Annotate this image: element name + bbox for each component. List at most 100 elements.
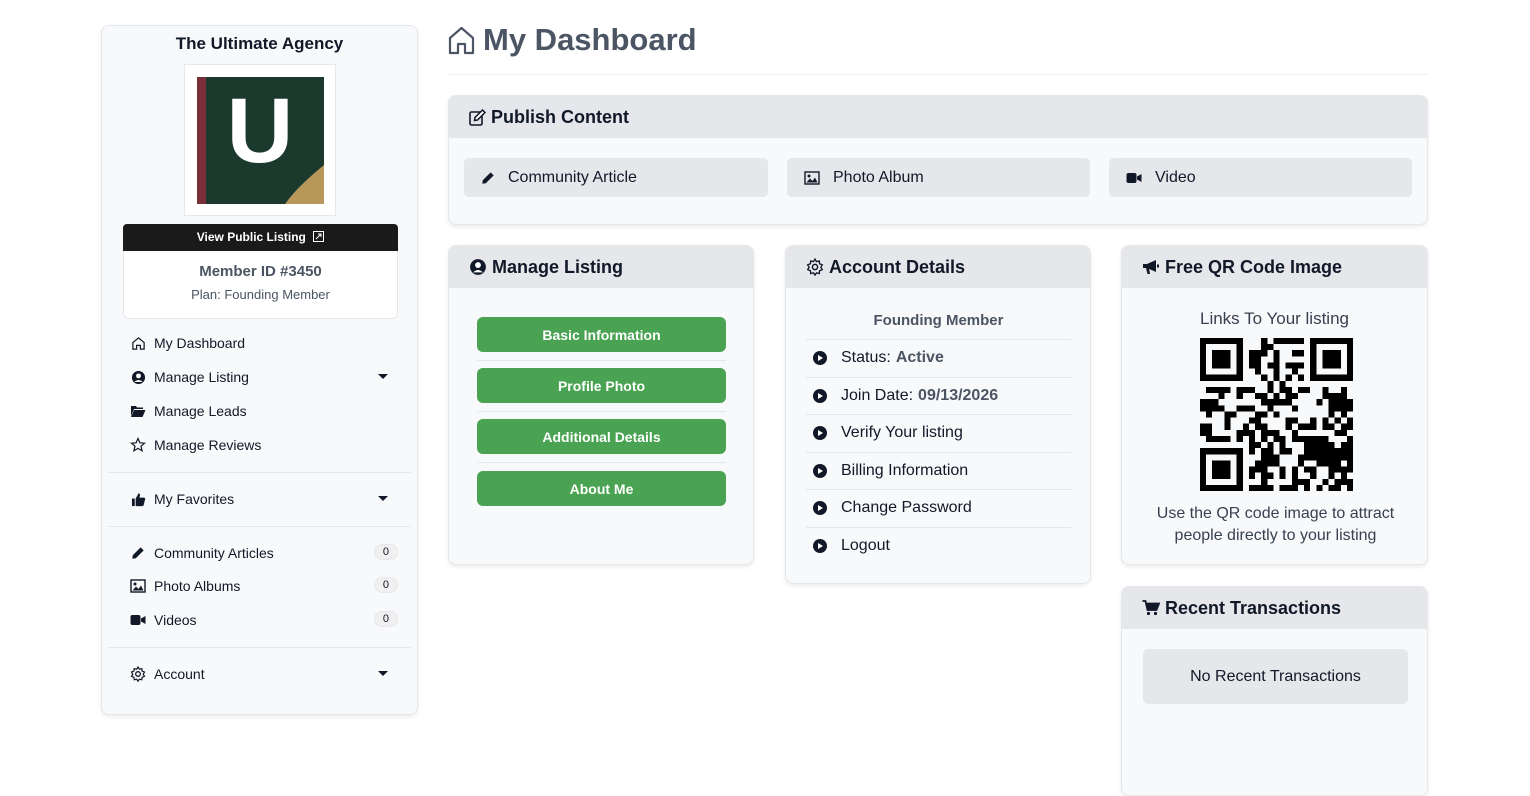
qr-module <box>1279 466 1286 473</box>
qr-module <box>1279 448 1286 455</box>
qr-module <box>1273 362 1280 369</box>
qr-module <box>1279 386 1286 394</box>
view-public-listing-button[interactable]: View Public Listing <box>123 224 398 251</box>
button-separator <box>477 411 726 412</box>
logout-link[interactable]: Logout <box>806 527 1071 564</box>
qr-module <box>1334 405 1341 412</box>
qr-module <box>1255 362 1262 369</box>
qr-module <box>1261 466 1268 473</box>
qr-module <box>1322 356 1329 363</box>
qr-module <box>1310 454 1317 461</box>
logout-label: Logout <box>841 537 890 554</box>
qr-module <box>1334 466 1341 473</box>
qr-module <box>1218 393 1225 400</box>
qr-module <box>1340 423 1347 430</box>
community-article-button[interactable]: Community Article <box>464 158 768 197</box>
sidebar-item-my-favorites[interactable]: My Favorites <box>130 487 398 511</box>
qr-module <box>1310 356 1317 363</box>
verify-listing-link[interactable]: Verify Your listing <box>806 414 1071 451</box>
sidebar-item-videos[interactable]: Videos 0 <box>130 608 398 632</box>
qr-module <box>1261 423 1268 430</box>
play-circle-icon <box>813 464 827 478</box>
sidebar-item-my-dashboard[interactable]: My Dashboard <box>130 331 398 355</box>
chevron-down-icon[interactable] <box>378 671 388 676</box>
home-icon <box>130 335 146 351</box>
qr-module <box>1261 393 1268 400</box>
qr-module <box>1340 442 1347 449</box>
qr-module <box>1248 448 1256 455</box>
sidebar-item-manage-reviews[interactable]: Manage Reviews <box>130 433 398 457</box>
qr-module <box>1273 393 1280 400</box>
qr-module <box>1346 478 1353 485</box>
basic-information-button[interactable]: Basic Information <box>477 317 726 352</box>
chevron-down-icon[interactable] <box>378 496 388 501</box>
qr-module <box>1218 362 1225 369</box>
pencil-icon <box>481 171 508 185</box>
photo-album-button[interactable]: Photo Album <box>787 158 1090 197</box>
qr-module <box>1334 399 1341 406</box>
chevron-down-icon[interactable] <box>378 374 388 379</box>
qr-module <box>1242 405 1249 412</box>
change-password-link[interactable]: Change Password <box>806 489 1071 526</box>
pencil-icon <box>130 545 146 561</box>
qr-module <box>1236 478 1243 485</box>
qr-module <box>1273 429 1280 436</box>
profile-photo-button[interactable]: Profile Photo <box>477 368 726 403</box>
qr-module <box>1255 484 1262 491</box>
qr-module <box>1328 460 1335 467</box>
qr-module <box>1334 356 1341 363</box>
qr-module <box>1261 478 1268 485</box>
qr-module <box>1218 435 1225 443</box>
qr-module <box>1285 362 1292 369</box>
sidebar-divider <box>108 472 411 473</box>
verify-listing-label: Verify Your listing <box>841 424 963 441</box>
qr-module <box>1200 472 1207 479</box>
qr-module <box>1279 435 1286 443</box>
qr-module <box>1273 356 1280 363</box>
qr-code-card: Free QR Code Image Links To Your listing… <box>1121 245 1428 565</box>
home-icon <box>448 26 483 55</box>
qr-module <box>1340 399 1347 406</box>
qr-module <box>1334 454 1341 461</box>
qr-module <box>1291 472 1298 479</box>
qr-module <box>1304 442 1311 449</box>
qr-module <box>1346 423 1353 430</box>
qr-module <box>1273 411 1280 418</box>
qr-module <box>1218 448 1225 455</box>
sidebar-item-manage-leads[interactable]: Manage Leads <box>130 399 398 423</box>
sidebar-item-photo-albums[interactable]: Photo Albums 0 <box>130 574 398 598</box>
qr-module <box>1206 399 1213 406</box>
qr-module <box>1236 374 1243 381</box>
qr-module <box>1316 435 1323 443</box>
title-divider <box>448 74 1428 75</box>
qr-module <box>1273 374 1280 381</box>
qr-module <box>1248 356 1256 363</box>
status-value: Active <box>895 349 944 366</box>
qr-module <box>1340 429 1347 436</box>
billing-information-link[interactable]: Billing Information <box>806 452 1071 489</box>
sidebar-item-account[interactable]: Account <box>130 662 398 686</box>
qr-module <box>1285 338 1292 345</box>
qr-module <box>1212 484 1219 491</box>
qr-module <box>1267 448 1274 455</box>
qr-module <box>1316 448 1323 455</box>
qr-module <box>1248 484 1256 491</box>
sidebar-item-community-articles[interactable]: Community Articles 0 <box>130 541 398 565</box>
qr-module <box>1236 386 1243 394</box>
agency-logo[interactable]: U <box>184 64 336 216</box>
about-me-button[interactable]: About Me <box>477 471 726 506</box>
qr-module <box>1346 405 1353 412</box>
qr-module <box>1218 484 1225 491</box>
qr-module <box>1322 423 1329 430</box>
sidebar-item-manage-listing[interactable]: Manage Listing <box>130 365 398 389</box>
qr-code-image[interactable] <box>1200 338 1353 491</box>
qr-module <box>1200 460 1207 467</box>
qr-module <box>1328 454 1335 461</box>
video-button[interactable]: Video <box>1109 158 1412 197</box>
qr-module <box>1242 429 1249 436</box>
qr-module <box>1346 350 1353 357</box>
qr-module <box>1248 417 1256 424</box>
additional-details-button[interactable]: Additional Details <box>477 419 726 454</box>
publish-content-card: Publish Content Community Article Photo … <box>448 95 1428 225</box>
qr-module <box>1255 368 1262 375</box>
